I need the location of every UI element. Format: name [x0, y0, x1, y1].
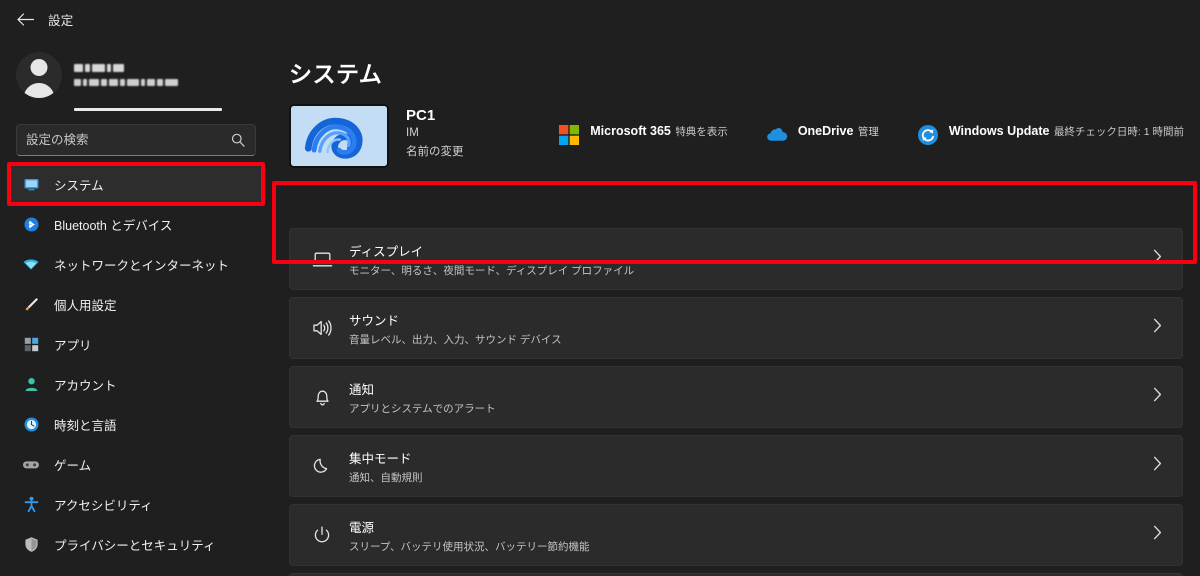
row-title: 電源	[349, 520, 375, 535]
row-subtitle: 通知、自動規則	[349, 471, 423, 484]
sidebar-nav-list: システム Bluetooth とデバイス ネットワークとインターネット 個人用設…	[8, 166, 266, 576]
account-block[interactable]	[16, 46, 256, 104]
status-card-subtitle[interactable]: 特典を表示	[675, 126, 728, 138]
clock-icon	[22, 415, 40, 433]
row-subtitle: 音量レベル、出力、入力、サウンド デバイス	[349, 333, 562, 346]
device-summary: PC1 IM 名前の変更	[289, 104, 464, 168]
sidebar-item-label: ネットワークとインターネット	[54, 258, 230, 273]
search-icon[interactable]	[230, 132, 246, 148]
page-title: システム	[289, 61, 383, 87]
moon-icon	[308, 456, 336, 476]
status-card-subtitle: 最終チェック日時: 1 時間前	[1053, 126, 1184, 138]
chevron-right-icon[interactable]	[1153, 456, 1162, 476]
status-cards: Microsoft 365 特典を表示 OneDrive 管理 Windows …	[552, 118, 1190, 150]
shield-icon	[22, 535, 40, 553]
sidebar-item-label: アクセシビリティ	[54, 498, 153, 513]
rename-link[interactable]: 名前の変更	[406, 143, 464, 159]
status-card-microsoft365[interactable]: Microsoft 365 特典を表示	[552, 118, 734, 150]
chevron-right-icon[interactable]	[1153, 387, 1162, 407]
window-title: 設定	[48, 13, 74, 28]
sidebar-item-label: 時刻と言語	[54, 418, 117, 433]
back-arrow-icon[interactable]	[10, 5, 40, 33]
sidebar-item-label: Bluetooth とデバイス	[54, 218, 173, 233]
row-subtitle: モニター、明るさ、夜間モード、ディスプレイ プロファイル	[349, 264, 635, 277]
bell-icon	[308, 387, 336, 407]
main-content: システム PC1 IM 名前の変更 Microsoft 365 特典を表示 On…	[272, 38, 1200, 576]
sidebar-item-label: ゲーム	[54, 458, 92, 473]
row-title: 通知	[349, 382, 375, 397]
sidebar-item-label: アプリ	[54, 338, 92, 353]
search-box[interactable]	[16, 124, 256, 156]
speaker-icon	[308, 318, 336, 338]
sidebar-item-gaming[interactable]: ゲーム	[8, 446, 266, 482]
settings-row-display[interactable]: ディスプレイ モニター、明るさ、夜間モード、ディスプレイ プロファイル	[289, 228, 1183, 290]
status-card-subtitle[interactable]: 管理	[858, 126, 879, 138]
redaction-bar	[74, 108, 222, 111]
sidebar-item-time-language[interactable]: 時刻と言語	[8, 406, 266, 442]
account-text	[74, 64, 178, 87]
row-subtitle: アプリとシステムでのアラート	[349, 402, 496, 415]
status-card-windows-update[interactable]: Windows Update 最終チェック日時: 1 時間前	[911, 118, 1190, 150]
row-subtitle: スリープ、バッテリ使用状況、バッテリー節約機能	[349, 540, 590, 553]
paintbrush-icon	[22, 295, 40, 313]
chevron-right-icon[interactable]	[1153, 525, 1162, 545]
title-bar: 設定	[0, 0, 1200, 38]
device-info: PC1 IM 名前の変更	[406, 104, 464, 159]
settings-rows: ディスプレイ モニター、明るさ、夜間モード、ディスプレイ プロファイル サウンド…	[289, 228, 1183, 576]
sidebar-item-label: アカウント	[54, 378, 117, 393]
sidebar-item-label: 個人用設定	[54, 298, 117, 313]
settings-row-power[interactable]: 電源 スリープ、バッテリ使用状況、バッテリー節約機能	[289, 504, 1183, 566]
sidebar-item-label: プライバシーとセキュリティ	[54, 538, 216, 553]
sidebar-item-network-internet[interactable]: ネットワークとインターネット	[8, 246, 266, 282]
device-subtitle: IM	[406, 127, 419, 139]
row-title: サウンド	[349, 313, 400, 328]
windows-update-icon	[917, 124, 939, 146]
status-card-title: OneDrive	[797, 124, 854, 138]
row-title: 集中モード	[349, 451, 412, 466]
sidebar-item-system[interactable]: システム	[8, 166, 266, 202]
user-avatar-icon	[16, 52, 62, 98]
bluetooth-icon	[22, 215, 40, 233]
sidebar-item-apps[interactable]: アプリ	[8, 326, 266, 362]
settings-row-sound[interactable]: サウンド 音量レベル、出力、入力、サウンド デバイス	[289, 297, 1183, 359]
monitor-outline-icon	[308, 250, 336, 269]
gamepad-icon	[22, 455, 40, 473]
status-card-onedrive[interactable]: OneDrive 管理	[760, 118, 885, 150]
power-icon	[308, 525, 336, 545]
settings-row-focus-assist[interactable]: 集中モード 通知、自動規則	[289, 435, 1183, 497]
chevron-right-icon[interactable]	[1153, 318, 1162, 338]
sidebar: システム Bluetooth とデバイス ネットワークとインターネット 個人用設…	[0, 38, 272, 576]
sidebar-item-accounts[interactable]: アカウント	[8, 366, 266, 402]
sidebar-item-bluetooth-devices[interactable]: Bluetooth とデバイス	[8, 206, 266, 242]
user-name-redacted	[74, 64, 178, 73]
windows-bloom-wallpaper	[289, 104, 389, 168]
status-card-title: Windows Update	[948, 124, 1050, 138]
device-name: PC1	[406, 107, 436, 124]
settings-window: 設定 設定の検索 システム Bluetooth とデバイス ネットワークとインタ…	[0, 0, 1200, 576]
sidebar-item-personalization[interactable]: 個人用設定	[8, 286, 266, 322]
sidebar-item-privacy-security[interactable]: プライバシーとセキュリティ	[8, 526, 266, 562]
settings-row-notifications[interactable]: 通知 アプリとシステムでのアラート	[289, 366, 1183, 428]
wifi-icon	[22, 255, 40, 273]
onedrive-cloud-icon	[766, 124, 788, 146]
search-input[interactable]	[26, 133, 230, 147]
status-card-title: Microsoft 365	[590, 124, 671, 138]
apps-grid-icon	[22, 335, 40, 353]
monitor-icon	[22, 175, 40, 193]
sidebar-item-windows-update[interactable]: Windows Update	[8, 566, 266, 576]
microsoft-logo-icon	[558, 124, 580, 146]
row-title: ディスプレイ	[349, 244, 424, 259]
accessibility-icon	[22, 495, 40, 513]
sidebar-item-accessibility[interactable]: アクセシビリティ	[8, 486, 266, 522]
chevron-right-icon[interactable]	[1153, 249, 1162, 269]
user-email-redacted	[74, 78, 178, 87]
sidebar-item-label: システム	[54, 178, 104, 193]
account-person-icon	[22, 375, 40, 393]
